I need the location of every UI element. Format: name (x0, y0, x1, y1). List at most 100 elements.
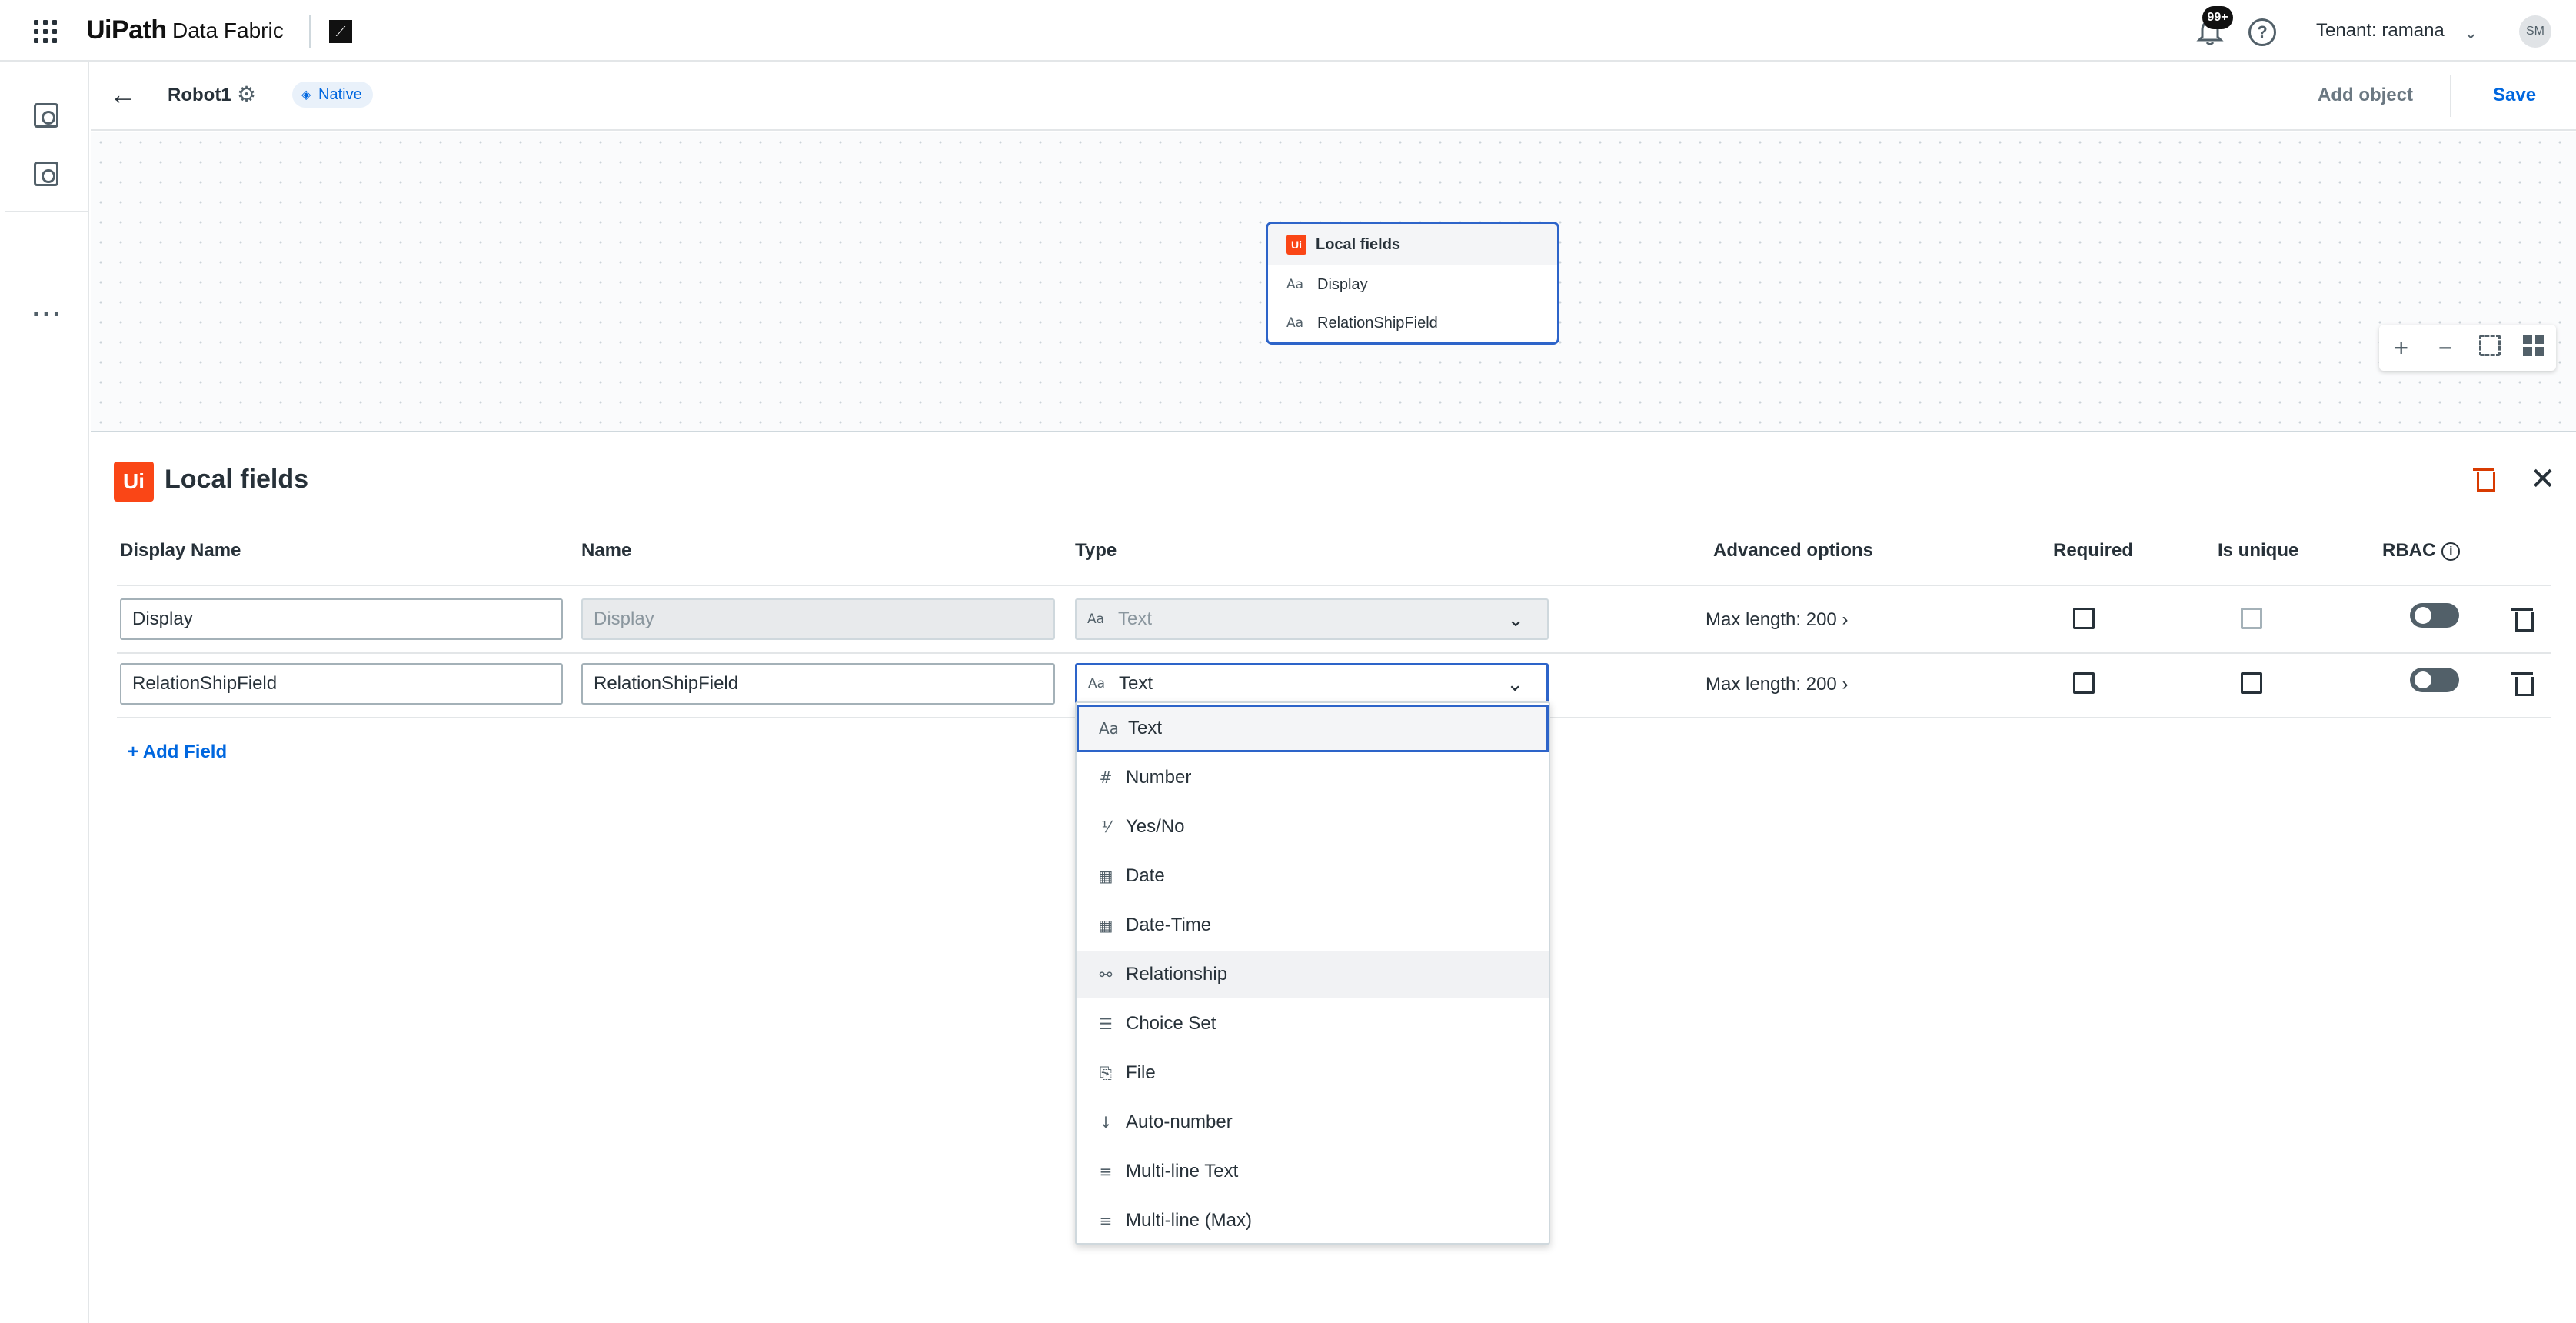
gear-icon[interactable]: ⚙ (237, 82, 256, 107)
tenant-name: ramana (2381, 20, 2445, 41)
panel-title: Local fields (165, 465, 309, 494)
left-rail: ··· (0, 62, 89, 1323)
type-option-date[interactable]: ▦ Date (1077, 852, 1549, 900)
required-checkbox[interactable] (2073, 608, 2095, 629)
entity-name: Robot1 (168, 85, 231, 105)
text-type-icon: Aa (1088, 676, 1106, 691)
zoom-in-icon[interactable]: + (2386, 334, 2417, 362)
zoom-controls: + − (2379, 325, 2556, 371)
type-option-yes-no[interactable]: ⅟ Yes/No (1077, 803, 1549, 851)
tenant-selector[interactable]: Tenant: ramana (2316, 20, 2445, 42)
choice-sets-icon[interactable] (34, 162, 58, 186)
column-header-display-name: Display Name (120, 540, 241, 561)
more-icon[interactable]: ··· (32, 300, 63, 330)
type-option-text[interactable]: Aa Text (1077, 705, 1549, 752)
type-select[interactable]: Aa Text ⌄ (1075, 663, 1549, 705)
rbac-toggle[interactable] (2410, 668, 2459, 692)
entity-node-field-label: RelationShipField (1317, 314, 1438, 332)
native-badge: Native (292, 82, 373, 108)
avatar[interactable]: SM (2519, 15, 2551, 48)
text-type-icon: Aa (1099, 719, 1119, 738)
type-option-date-time[interactable]: ▦ Date-Time (1077, 901, 1549, 949)
rail-divider (5, 211, 89, 212)
subheader-divider (2450, 75, 2451, 117)
display-name-input[interactable]: Display (120, 598, 563, 640)
diagram-canvas[interactable]: Ui Local fields Aa Display Aa RelationSh… (91, 132, 2576, 432)
type-option-label: Auto-number (1126, 1111, 1233, 1132)
lines-icon: ≡ (1099, 1211, 1113, 1230)
text-type-icon: Aa (1286, 277, 1304, 292)
type-option-file[interactable]: ⎘ File (1077, 1049, 1549, 1097)
type-select-value: Text (1118, 608, 1153, 629)
chevron-down-icon: ⌄ (1507, 607, 1524, 631)
relationship-icon: ⚯ (1099, 965, 1113, 984)
calendar-clock-icon: ▦ (1098, 916, 1113, 935)
calendar-icon: ▦ (1098, 867, 1113, 885)
add-field-button[interactable]: + Add Field (128, 741, 227, 763)
chevron-down-icon[interactable]: ⌄ (1506, 672, 1523, 696)
sort-numeric-icon: ↓ (1099, 1113, 1113, 1131)
type-option-number[interactable]: # Number (1077, 754, 1549, 801)
lines-icon: ≡ (1099, 1162, 1113, 1181)
advanced-options-link[interactable]: Max length: 200 › (1706, 609, 1848, 631)
save-button[interactable]: Save (2493, 85, 2536, 106)
type-option-label: Multi-line Text (1126, 1161, 1239, 1181)
advanced-options-link[interactable]: Max length: 200 › (1706, 674, 1848, 695)
chevron-down-icon[interactable]: ⌄ (2464, 23, 2478, 43)
app-launcher-icon[interactable] (34, 20, 57, 43)
close-icon[interactable]: ✕ (2530, 462, 2556, 497)
entity-node-field[interactable]: Aa RelationShipField (1268, 304, 1557, 342)
type-option-label: Number (1126, 767, 1192, 788)
required-checkbox[interactable] (2073, 672, 2095, 694)
uipath-logo-icon: Ui (114, 462, 154, 502)
type-option-label: Choice Set (1126, 1013, 1216, 1034)
column-header-name: Name (581, 540, 632, 561)
unique-checkbox[interactable] (2241, 672, 2262, 694)
column-header-advanced: Advanced options (1713, 540, 1874, 561)
delete-field-icon[interactable] (2511, 606, 2534, 632)
tenant-label: Tenant: (2316, 20, 2377, 41)
type-option-label: File (1126, 1062, 1156, 1083)
add-object-button[interactable]: Add object (2318, 85, 2413, 106)
top-bar: UiPath Data Fabric ⟋ 99+ ? Tenant: raman… (0, 0, 2576, 62)
row-divider (117, 585, 2551, 586)
back-arrow-icon[interactable]: ← (109, 78, 137, 111)
type-option-label: Relationship (1126, 964, 1228, 985)
rbac-toggle[interactable] (2410, 603, 2459, 628)
delete-field-icon[interactable] (2511, 671, 2534, 696)
row-divider (117, 652, 2551, 654)
entity-node[interactable]: Ui Local fields Aa Display Aa RelationSh… (1266, 222, 1559, 345)
type-dropdown-menu: Aa Text # Number ⅟ Yes/No ▦ Date ▦ Date-Time … (1075, 701, 1550, 1245)
type-option-relationship[interactable]: ⚯ Relationship (1077, 951, 1549, 998)
type-option-multiline-max[interactable]: ≡ Multi-line (Max) (1077, 1197, 1549, 1245)
fit-view-icon[interactable] (2478, 334, 2501, 356)
paperclip-icon: ⎘ (1100, 1064, 1112, 1082)
entity-node-title: Local fields (1316, 235, 1401, 253)
type-option-label: Multi-line (Max) (1126, 1210, 1253, 1231)
type-option-label: Date-Time (1126, 915, 1212, 935)
column-header-rbac: RBAC i (2382, 540, 2461, 562)
type-select-value: Text (1119, 673, 1153, 694)
minimap-icon[interactable] (2523, 334, 2545, 356)
uipath-logo[interactable]: UiPath (86, 15, 167, 45)
column-header-required: Required (2053, 540, 2134, 561)
type-option-multiline-text[interactable]: ≡ Multi-line Text (1077, 1148, 1549, 1195)
type-option-auto-number[interactable]: ↓ Auto-number (1077, 1098, 1549, 1146)
help-icon[interactable]: ? (2248, 18, 2276, 46)
unique-checkbox (2241, 608, 2262, 629)
display-name-input[interactable]: RelationShipField (120, 663, 563, 705)
entities-icon[interactable] (34, 103, 58, 128)
uipath-mini-logo-icon: Ui (1286, 235, 1306, 255)
delete-entity-icon[interactable] (2473, 466, 2495, 492)
column-header-unique: Is unique (2218, 540, 2299, 561)
product-name: Data Fabric (172, 18, 284, 42)
yes-no-icon: ⅟ (1101, 818, 1110, 836)
name-input[interactable]: RelationShipField (581, 663, 1055, 705)
type-option-choice-set[interactable]: ☰ Choice Set (1077, 1000, 1549, 1048)
tenant-logo-icon[interactable]: ⟋ (329, 20, 352, 43)
zoom-out-icon[interactable]: − (2430, 334, 2461, 362)
info-icon[interactable]: i (2441, 542, 2461, 561)
header-divider (309, 15, 311, 48)
type-option-label: Text (1128, 718, 1163, 738)
entity-node-field[interactable]: Aa Display (1268, 265, 1557, 304)
